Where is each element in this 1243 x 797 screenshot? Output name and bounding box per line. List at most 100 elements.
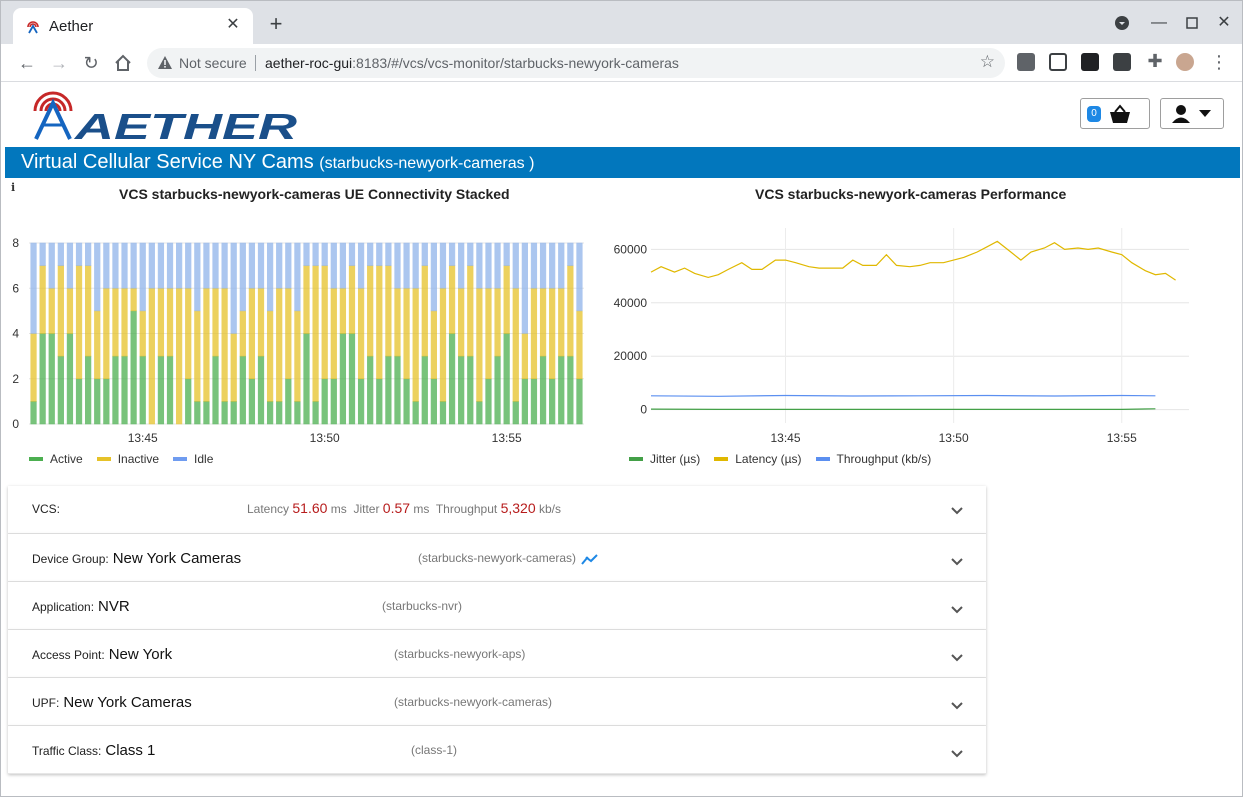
legend-idle-swatch [173, 457, 188, 461]
device-group-value: New York Cameras [112, 550, 242, 567]
bar-inactive [39, 265, 46, 334]
bar-idle [130, 242, 137, 289]
extension-icon-2[interactable] [1113, 53, 1131, 71]
bar-inactive [530, 287, 538, 380]
device-group-id-text: (starbucks-newyork-cameras) [418, 551, 577, 565]
new-tab-icon[interactable]: + [265, 13, 287, 36]
chevron-down-icon[interactable] [950, 504, 964, 518]
chevron-down-icon[interactable] [950, 699, 964, 713]
bar-active [403, 378, 410, 425]
legend-active-swatch [29, 457, 43, 461]
upf-label-text: UPF: [32, 696, 60, 710]
bar-idle [376, 242, 383, 266]
y-tick-label: 60000 [614, 242, 648, 256]
bar-inactive [439, 287, 447, 402]
right-chart-legend: Jitter (µs) Latency (µs) Throughput (kb/… [629, 452, 931, 466]
bar-inactive [266, 310, 274, 402]
access-point-id: (starbucks-newyork-aps) [394, 647, 526, 661]
picture-in-picture-icon[interactable] [1049, 53, 1067, 71]
reload-icon[interactable]: ↻ [79, 51, 103, 75]
bar-idle [276, 242, 283, 289]
bar-inactive [157, 287, 165, 357]
vcs-label: VCS: [32, 502, 61, 516]
puzzle-extensions-icon[interactable]: ✚ [1143, 49, 1167, 73]
left-chart-title: VCS starbucks-newyork-cameras UE Connect… [119, 186, 510, 202]
legend-active[interactable]: Active [29, 452, 83, 466]
device-group-row[interactable]: Device Group: New York Cameras (starbucks… [8, 534, 986, 582]
caret-down-icon [1199, 110, 1211, 117]
url-path: :8183/#/vcs/vcs-monitor/starbucks-newyor… [352, 55, 679, 71]
chevron-down-icon[interactable] [950, 651, 964, 665]
basket-button[interactable]: 0 [1080, 98, 1150, 129]
bar-idle [357, 242, 365, 289]
browser-tab[interactable]: Aether ✕ [13, 8, 253, 44]
url-text[interactable]: aether-roc-gui:8183/#/vcs/vcs-monitor/st… [265, 55, 679, 71]
bar-idle [339, 242, 347, 289]
x-tick-label: 13:45 [770, 431, 800, 445]
bar-active [558, 355, 565, 425]
upf-label: UPF: New York Cameras [32, 694, 192, 711]
extension-icon[interactable] [1017, 53, 1035, 71]
bar-idle [412, 242, 419, 289]
bar-active [367, 355, 374, 425]
close-window-icon[interactable]: ✕ [1214, 13, 1234, 33]
bar-idle [248, 242, 256, 289]
address-bar[interactable]: Not secure aether-roc-gui:8183/#/vcs/vcs… [147, 48, 1005, 78]
profile-dropdown-icon[interactable] [1112, 13, 1132, 33]
legend-latency-label: Latency (µs) [735, 452, 802, 466]
chevron-down-icon[interactable] [950, 603, 964, 617]
forward-icon[interactable]: → [47, 51, 71, 75]
legend-inactive[interactable]: Inactive [96, 452, 159, 466]
close-tab-icon[interactable]: ✕ [223, 15, 243, 35]
access-point-row[interactable]: Access Point: New York (starbucks-newyork… [8, 630, 986, 678]
bar-idle [157, 242, 165, 289]
y-tick-label: 40000 [614, 296, 648, 310]
not-secure-label[interactable]: Not secure [179, 55, 247, 71]
legend-throughput-label: Throughput (kb/s) [836, 452, 932, 466]
page-title-id: (starbucks-newyork-cameras ) [319, 155, 535, 172]
latency-value: 51.60 [292, 500, 328, 516]
bar-inactive [503, 265, 510, 334]
bar-inactive [458, 287, 465, 357]
bookmark-star-icon[interactable]: ☆ [980, 52, 995, 72]
menu-kebab-icon[interactable]: ⋮ [1207, 50, 1231, 74]
bar-active [512, 401, 519, 425]
traffic-class-row[interactable]: Traffic Class: Class 1 (class-1) [8, 726, 986, 774]
vcs-summary-row[interactable]: VCS: Latency 51.60 ms Jitter 0.57 ms Thr… [8, 486, 986, 534]
bar-idle [458, 242, 465, 289]
jitter-value: 0.57 [382, 500, 411, 516]
page-content: AETHER 0 Virtual Cellular Service NY Cam… [1, 83, 1242, 796]
info-icon[interactable]: i [11, 181, 15, 194]
bar-idle [48, 242, 55, 289]
minimize-icon[interactable]: — [1149, 13, 1169, 33]
bar-active [503, 333, 510, 425]
home-icon[interactable] [111, 51, 135, 75]
legend-active-label: Active [50, 452, 83, 466]
upf-row[interactable]: UPF: New York Cameras (starbucks-newyork-… [8, 678, 986, 726]
monitor-trend-icon[interactable] [581, 553, 599, 565]
bar-active [203, 401, 210, 425]
legend-idle[interactable]: Idle [173, 452, 213, 466]
bar-inactive [212, 287, 219, 357]
maximize-icon[interactable] [1182, 13, 1202, 33]
bar-active [285, 378, 292, 425]
chevron-down-icon[interactable] [950, 555, 964, 569]
application-row[interactable]: Application: NVR (starbucks-nvr) [8, 582, 986, 630]
terminal-extension-icon[interactable] [1081, 53, 1099, 71]
chevron-down-icon[interactable] [950, 747, 964, 761]
profile-avatar[interactable] [1176, 53, 1194, 71]
bar-active [439, 401, 447, 425]
user-menu-button[interactable] [1160, 98, 1224, 129]
legend-jitter[interactable]: Jitter (µs) [629, 452, 700, 466]
legend-latency[interactable]: Latency (µs) [714, 452, 802, 466]
bar-inactive [412, 287, 419, 402]
bar-inactive [66, 287, 74, 334]
x-tick-label: 13:50 [939, 431, 969, 445]
jitter-unit: ms [413, 502, 430, 516]
y-tick-label: 6 [12, 281, 19, 295]
bar-inactive [448, 265, 456, 334]
bar-inactive [558, 287, 565, 357]
legend-throughput[interactable]: Throughput (kb/s) [815, 452, 932, 466]
bar-idle [285, 242, 292, 289]
back-icon[interactable]: ← [15, 51, 39, 75]
